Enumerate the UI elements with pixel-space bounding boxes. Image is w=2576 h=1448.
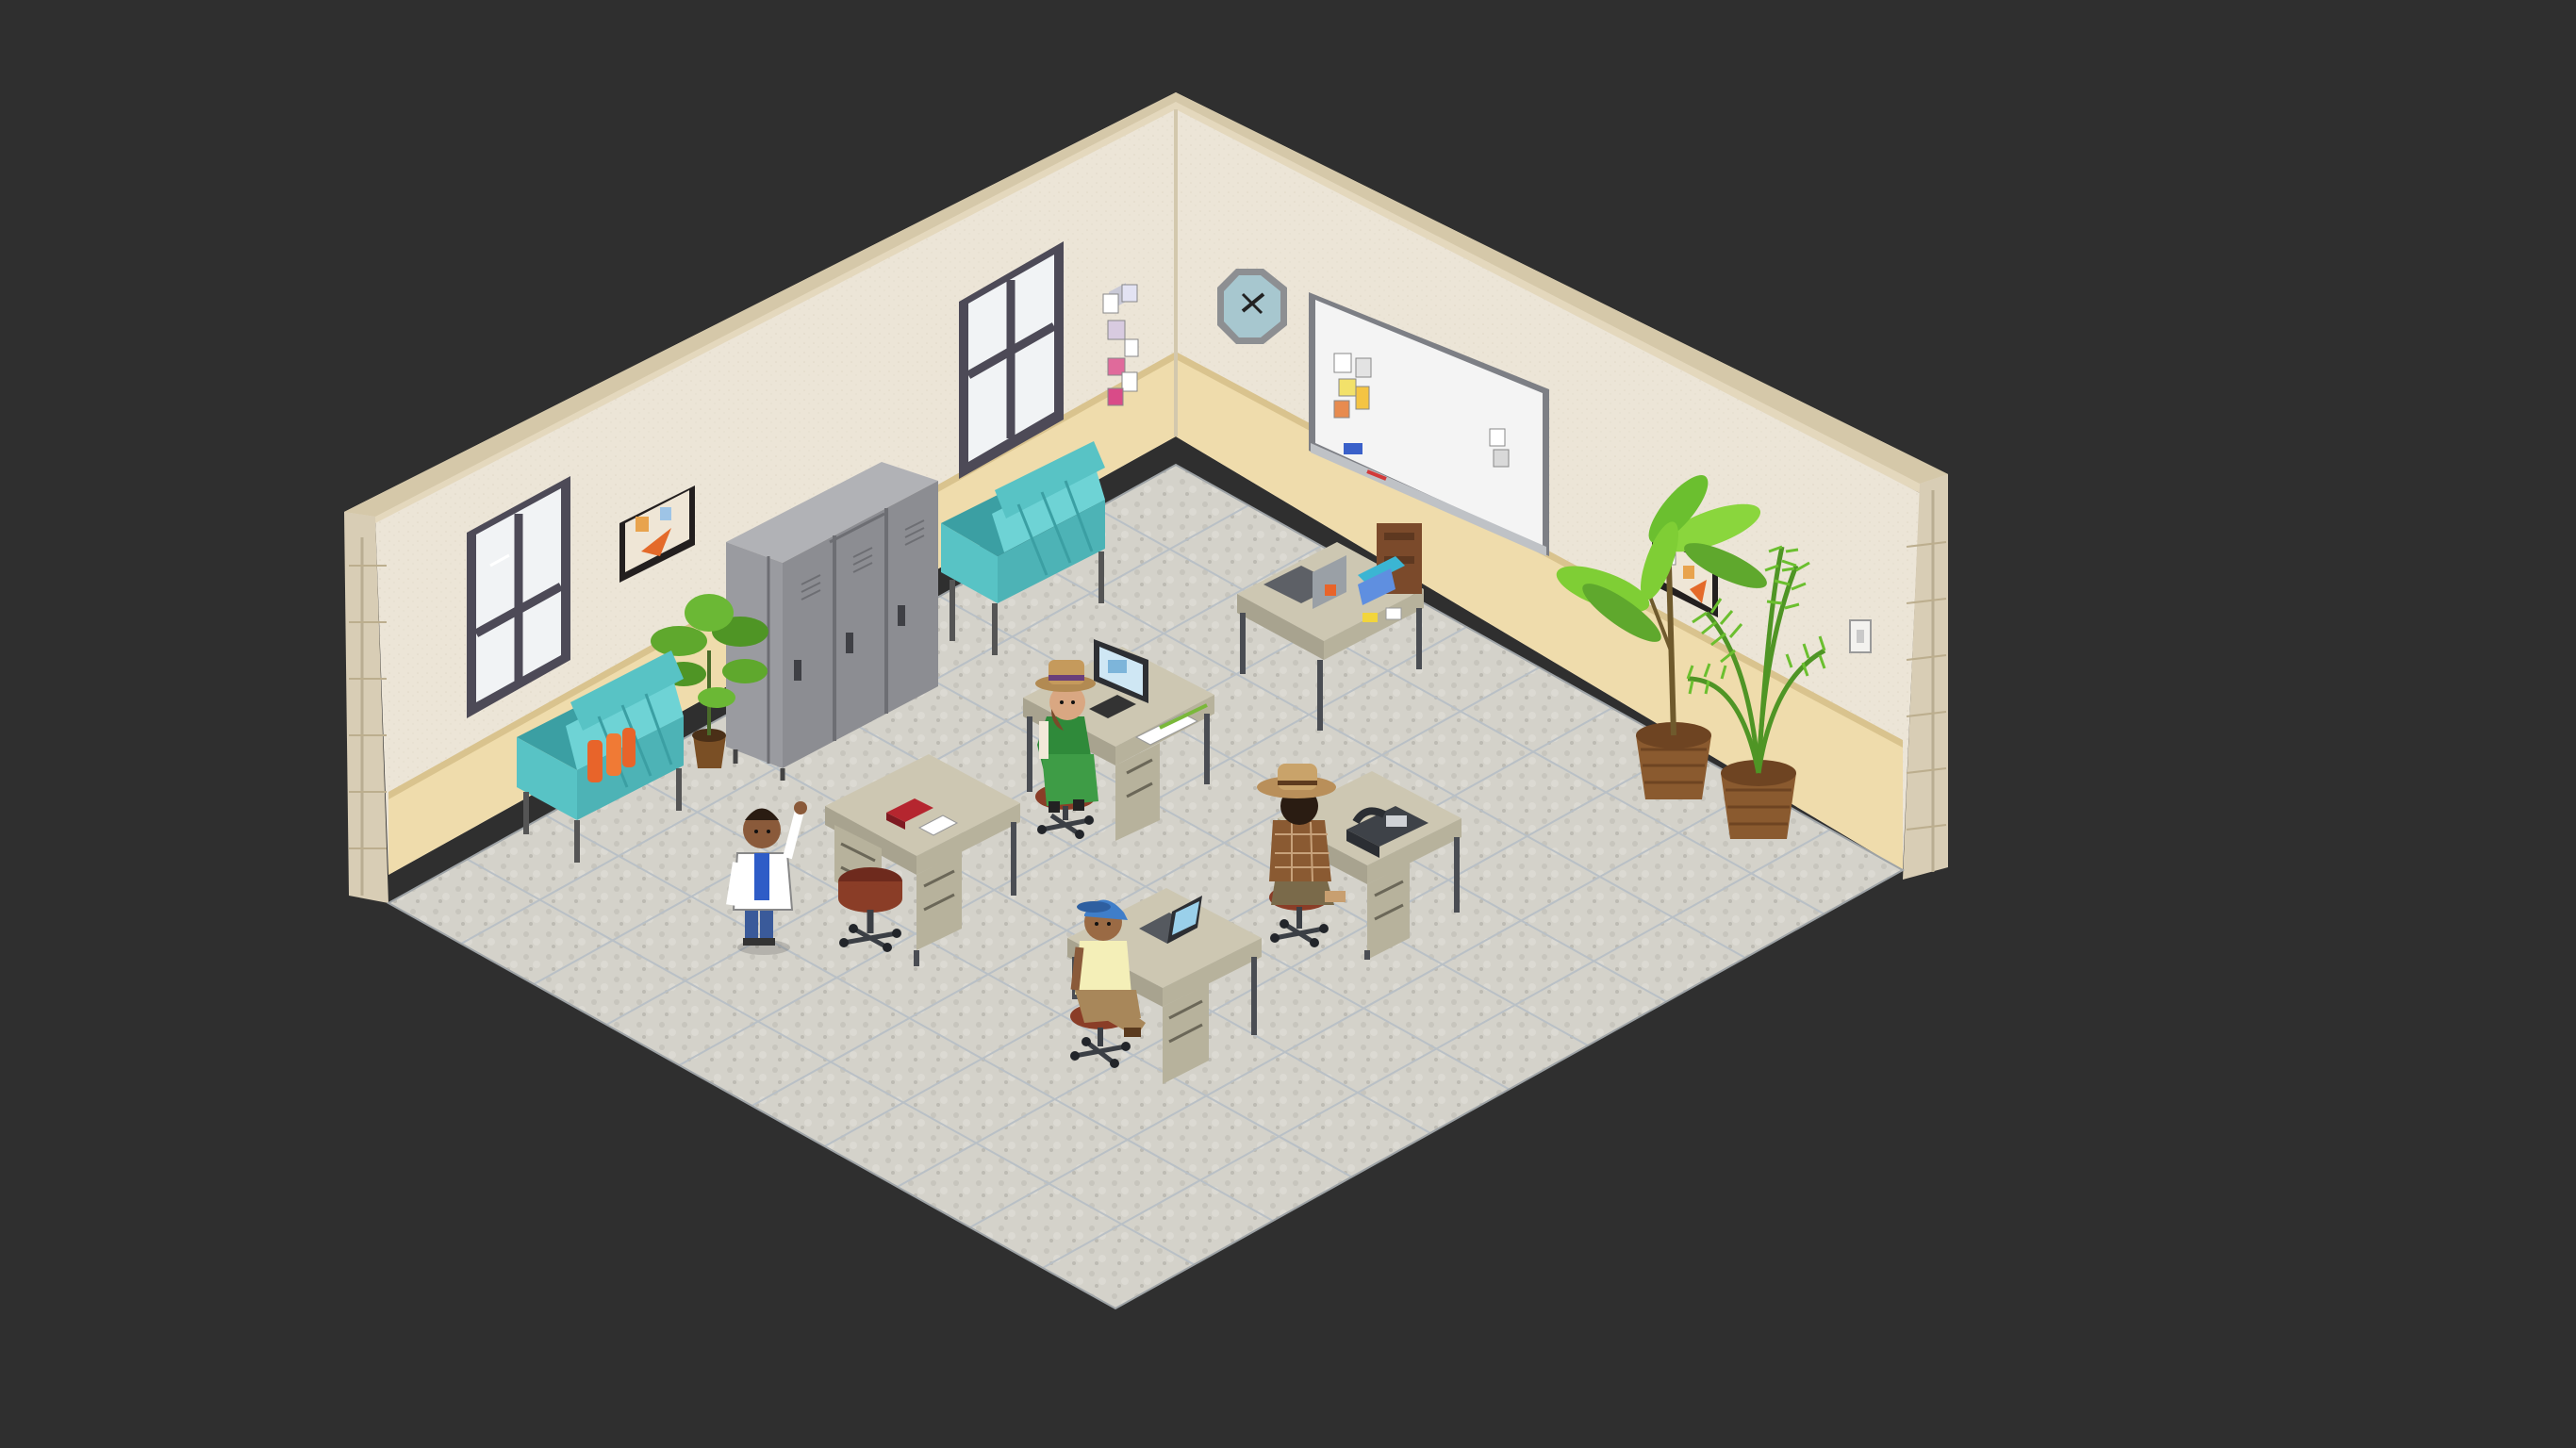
light-switch[interactable] <box>1849 619 1872 653</box>
game-viewport[interactable] <box>0 0 2576 1448</box>
room-scene[interactable] <box>0 0 2576 1448</box>
clock <box>1217 269 1287 344</box>
